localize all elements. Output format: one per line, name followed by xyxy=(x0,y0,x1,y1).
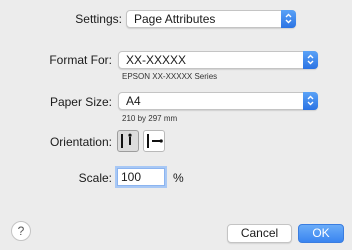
orientation-landscape-button[interactable] xyxy=(143,130,165,152)
settings-label: Settings: xyxy=(75,12,122,26)
chevron-updown-icon xyxy=(303,51,318,69)
chevron-updown-icon xyxy=(281,10,296,28)
paper-size-subtitle: 210 by 297 mm xyxy=(122,114,178,123)
paper-size-label: Paper Size: xyxy=(49,95,112,109)
format-for-label: Format For: xyxy=(49,53,112,67)
paper-size-popup[interactable]: A4 xyxy=(118,92,318,110)
orientation-portrait-button[interactable] xyxy=(117,130,139,152)
format-for-subtitle: EPSON XX-XXXXX Series xyxy=(122,72,218,81)
help-button[interactable]: ? xyxy=(11,221,31,241)
settings-value: Page Attributes xyxy=(134,12,216,26)
orientation-label: Orientation: xyxy=(49,135,112,149)
format-for-value: XX-XXXXX xyxy=(126,53,187,67)
format-for-popup[interactable]: XX-XXXXX xyxy=(118,51,318,69)
scale-input[interactable]: 100 xyxy=(117,168,165,186)
cancel-button[interactable]: Cancel xyxy=(227,224,292,243)
landscape-orientation-icon xyxy=(147,134,163,148)
chevron-updown-icon xyxy=(303,92,318,110)
settings-popup[interactable]: Page Attributes xyxy=(126,10,296,28)
ok-button[interactable]: OK xyxy=(298,224,344,243)
scale-label: Scale: xyxy=(78,171,112,185)
portrait-orientation-icon xyxy=(121,133,132,148)
paper-size-value: A4 xyxy=(126,94,141,108)
scale-unit: % xyxy=(173,171,184,185)
